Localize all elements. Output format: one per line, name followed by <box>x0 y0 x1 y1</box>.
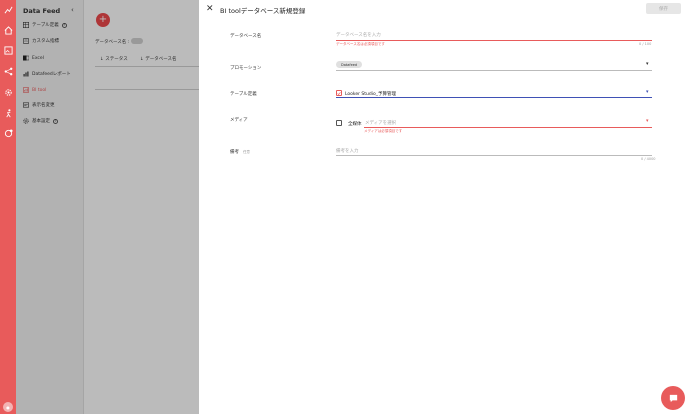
home-icon[interactable] <box>3 25 13 35</box>
promotion-chip[interactable]: Datafeed <box>336 61 363 68</box>
chart-icon[interactable] <box>3 5 13 15</box>
all-media-checkbox[interactable] <box>336 120 342 126</box>
table-def-underline <box>336 97 652 98</box>
close-icon[interactable]: ✕ <box>206 4 214 14</box>
security-icon[interactable] <box>3 128 13 138</box>
optional-tag: 任意 <box>243 150 250 154</box>
dialog-title: BI toolデータベース新規登録 <box>220 7 306 15</box>
note-label: 備考 任意 <box>230 150 250 155</box>
app-rail: ● <box>0 0 16 414</box>
promotion-underline <box>336 70 652 71</box>
all-media-label: 全媒体 <box>348 122 362 127</box>
db-name-label: データベース名 <box>230 34 262 39</box>
chevron-down-icon[interactable]: ▾ <box>646 89 649 95</box>
db-name-underline <box>336 40 652 41</box>
image-icon[interactable] <box>3 45 13 55</box>
share-icon[interactable] <box>3 66 13 76</box>
chat-icon <box>669 394 677 402</box>
promotion-label: プロモーション <box>230 66 262 71</box>
avatar[interactable]: ● <box>3 402 13 412</box>
db-name-counter: 0 / 100 <box>639 42 652 46</box>
media-underline <box>364 127 652 128</box>
save-button[interactable]: 保存 <box>646 3 681 14</box>
db-name-input[interactable]: データベース名を入力 <box>336 32 652 38</box>
table-def-label: テーブル定義 <box>230 92 257 97</box>
chevron-down-icon[interactable]: ▾ <box>646 118 649 124</box>
create-db-dialog: ✕ BI toolデータベース新規登録 保存 データベース名 データベース名を入… <box>199 0 688 414</box>
run-icon[interactable] <box>3 108 13 118</box>
chevron-down-icon[interactable]: ▾ <box>646 61 649 67</box>
media-error: メディアは必須項目です <box>364 129 403 133</box>
note-counter: 0 / 4000 <box>641 157 656 161</box>
chat-button[interactable] <box>661 386 685 410</box>
table-def-checkbox[interactable] <box>336 90 342 96</box>
note-underline <box>336 155 652 156</box>
settings-icon[interactable] <box>3 87 13 97</box>
media-label: メディア <box>230 118 248 123</box>
media-select[interactable]: メディアを選択 <box>365 120 396 126</box>
check-icon <box>337 91 341 95</box>
db-name-error: データベース名は必須項目です <box>336 42 385 46</box>
modal-backdrop[interactable] <box>16 0 199 414</box>
note-input[interactable]: 備考を入力 <box>336 148 652 154</box>
